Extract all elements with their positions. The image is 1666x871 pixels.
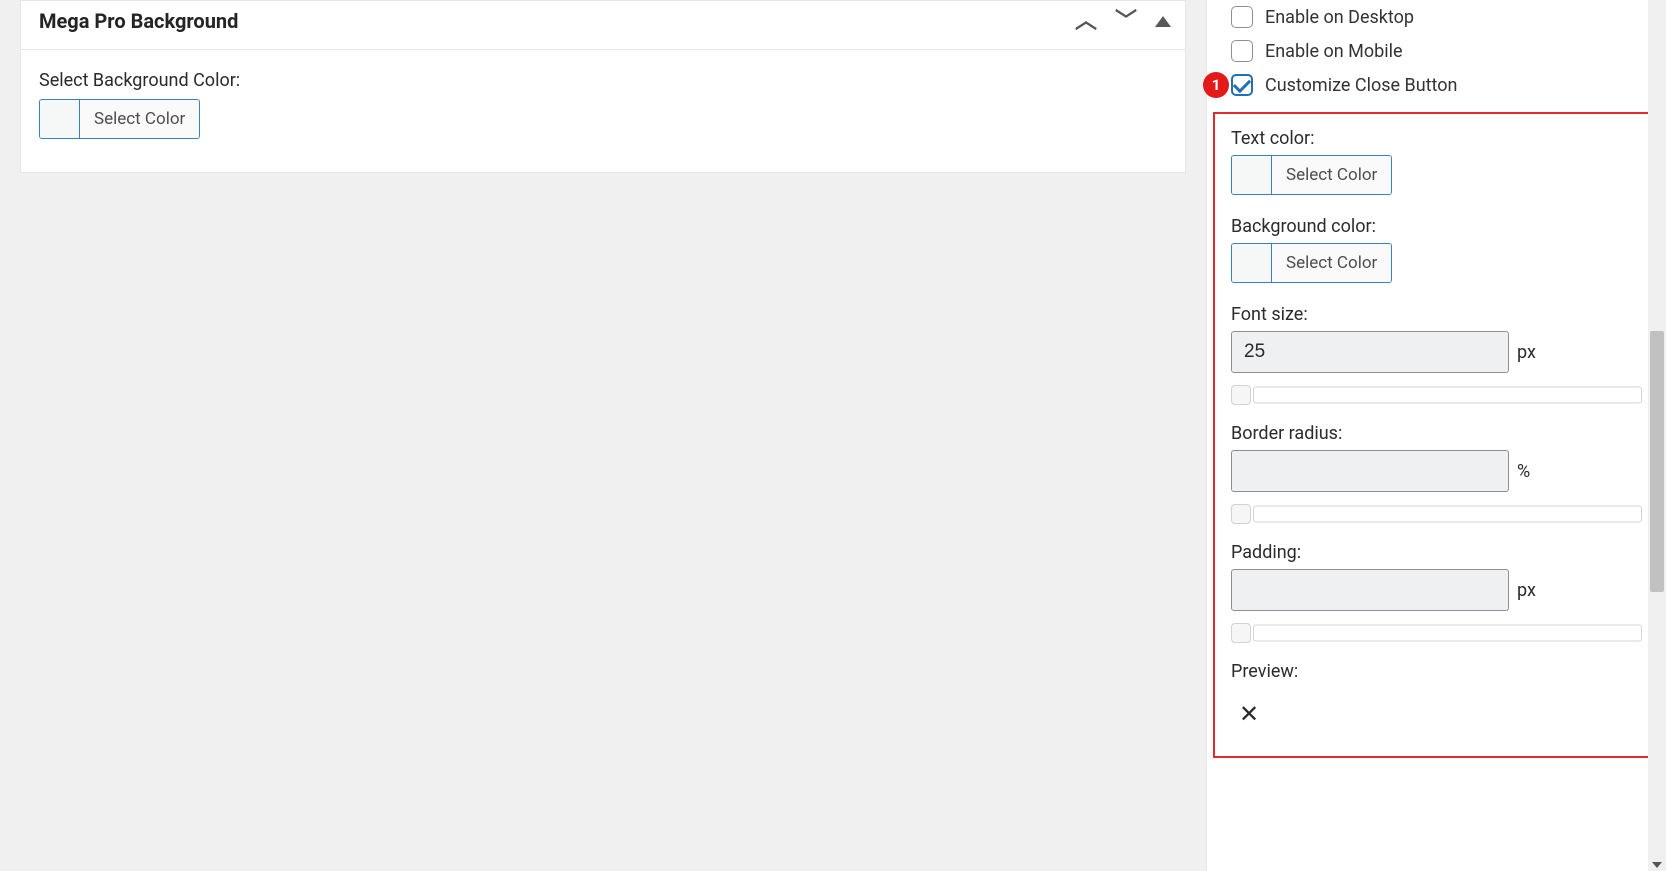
border-radius-row: % (1231, 450, 1642, 492)
slider-track (1253, 625, 1642, 642)
border-radius-slider[interactable] (1231, 504, 1642, 524)
customize-close-row[interactable]: 1 Customize Close Button (1207, 68, 1666, 102)
text-color-label: Text color: (1231, 128, 1642, 149)
slider-track (1253, 387, 1642, 404)
enable-desktop-row[interactable]: Enable on Desktop (1207, 0, 1666, 34)
font-size-unit: px (1517, 342, 1536, 363)
annotation-badge-1: 1 (1203, 72, 1229, 98)
color-swatch (1232, 244, 1272, 282)
slider-handle[interactable] (1231, 504, 1251, 524)
border-radius-field: Border radius: % (1231, 423, 1642, 524)
scrollbar-thumb[interactable] (1650, 331, 1664, 592)
select-bg-color-button[interactable]: Select Color (39, 99, 200, 139)
sidebar: Enable on Desktop Enable on Mobile 1 Cus… (1206, 0, 1666, 871)
font-size-label: Font size: (1231, 304, 1642, 325)
enable-mobile-row[interactable]: Enable on Mobile (1207, 34, 1666, 68)
enable-desktop-checkbox[interactable] (1231, 6, 1253, 28)
scrollbar[interactable] (1648, 0, 1666, 871)
customize-close-label: Customize Close Button (1265, 75, 1457, 96)
enable-mobile-label: Enable on Mobile (1265, 41, 1403, 62)
bg-color-field: Background color: Select Color (1231, 216, 1642, 286)
slider-track (1253, 506, 1642, 523)
border-radius-input[interactable] (1231, 450, 1509, 492)
color-swatch (1232, 156, 1272, 194)
panel-body: Select Background Color: Select Color (21, 50, 1185, 172)
border-radius-label: Border radius: (1231, 423, 1642, 444)
mega-pro-background-panel: Mega Pro Background ︿ ﹀ Select Backgroun… (20, 0, 1186, 173)
padding-slider[interactable] (1231, 623, 1642, 643)
panel-header: Mega Pro Background ︿ ﹀ (21, 1, 1185, 50)
enable-mobile-checkbox[interactable] (1231, 40, 1253, 62)
text-color-field: Text color: Select Color (1231, 128, 1642, 198)
border-radius-unit: % (1517, 461, 1530, 482)
collapse-icon[interactable] (1155, 16, 1171, 27)
select-color-label: Select Color (1272, 244, 1391, 282)
select-color-label: Select Color (1272, 156, 1391, 194)
font-size-field: Font size: px (1231, 304, 1642, 405)
panel-title: Mega Pro Background (39, 9, 238, 33)
chevron-up-icon[interactable]: ︿ (1075, 10, 1097, 32)
padding-field: Padding: px (1231, 542, 1642, 643)
panel-actions: ︿ ﹀ (1075, 10, 1171, 32)
select-color-label: Select Color (80, 100, 199, 138)
close-bg-color-button[interactable]: Select Color (1231, 243, 1392, 283)
font-size-slider[interactable] (1231, 385, 1642, 405)
padding-unit: px (1517, 580, 1536, 601)
color-swatch (40, 100, 80, 138)
font-size-row: px (1231, 331, 1642, 373)
slider-handle[interactable] (1231, 385, 1251, 405)
slider-handle[interactable] (1231, 623, 1251, 643)
bg-color-label: Background color: (1231, 216, 1642, 237)
preview-label: Preview: (1231, 661, 1642, 682)
preview-field: Preview: ✕ (1231, 661, 1642, 738)
padding-input[interactable] (1231, 569, 1509, 611)
bg-color-label: Select Background Color: (39, 70, 1167, 91)
customize-close-checkbox[interactable] (1231, 74, 1253, 96)
close-button-settings: Text color: Select Color Background colo… (1213, 112, 1660, 758)
scroll-down-icon[interactable] (1652, 862, 1662, 868)
padding-row: px (1231, 569, 1642, 611)
main-area: Mega Pro Background ︿ ﹀ Select Backgroun… (0, 0, 1206, 871)
close-icon: ✕ (1231, 688, 1642, 738)
chevron-down-icon[interactable]: ﹀ (1115, 10, 1137, 32)
font-size-input[interactable] (1231, 331, 1509, 373)
padding-label: Padding: (1231, 542, 1642, 563)
enable-desktop-label: Enable on Desktop (1265, 7, 1414, 28)
text-color-button[interactable]: Select Color (1231, 155, 1392, 195)
